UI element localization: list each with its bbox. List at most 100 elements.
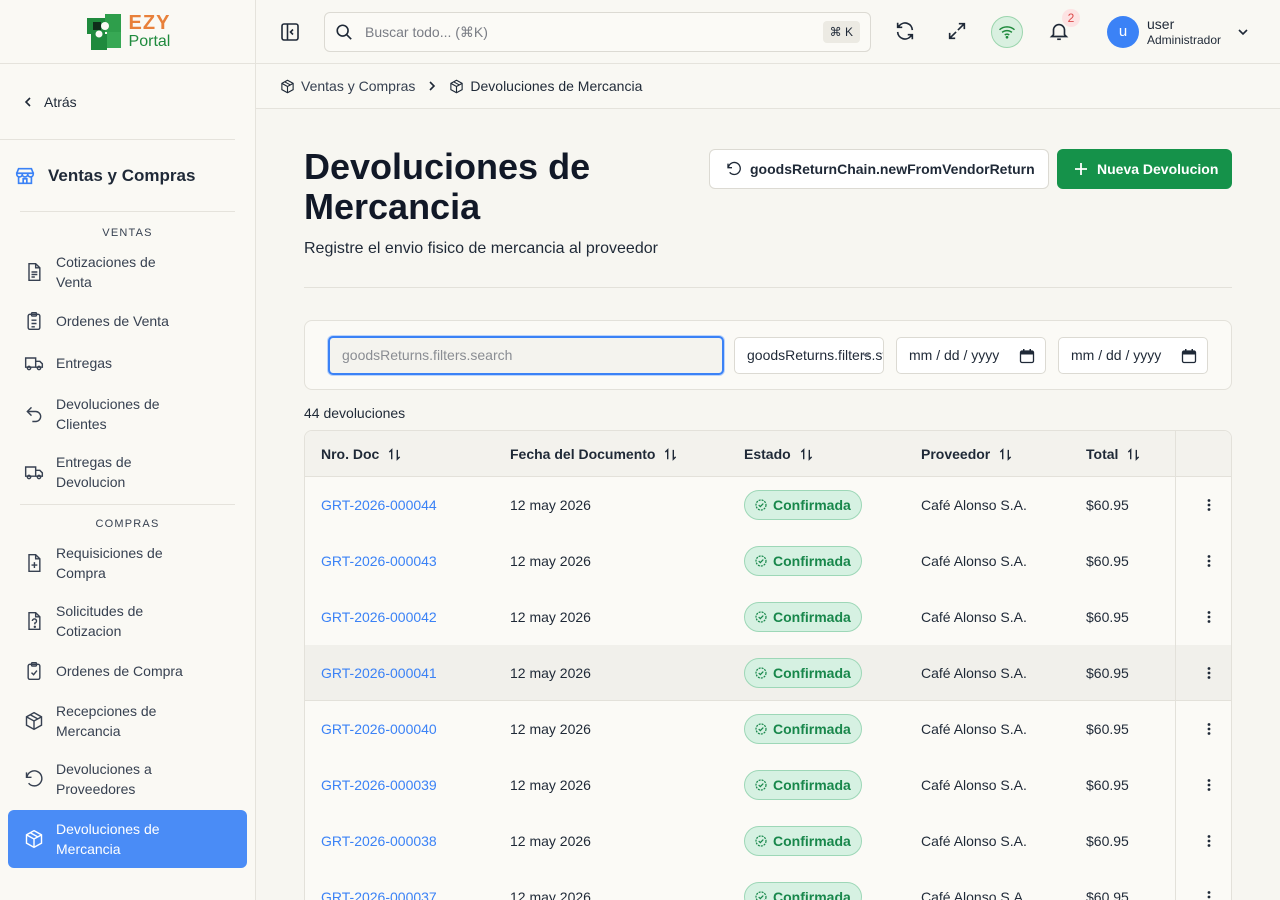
calendar-icon[interactable] <box>1019 348 1035 364</box>
new-return-button[interactable]: Nueva Devolucion <box>1057 149 1232 189</box>
header-divider <box>304 287 1232 288</box>
breadcrumb-parent[interactable]: Ventas y Compras <box>301 78 415 94</box>
column-label: Fecha del Documento <box>510 446 656 462</box>
file-plus-icon <box>28 553 41 573</box>
filter-date-from[interactable]: mm / dd / yyyy <box>896 337 1046 374</box>
package-icon <box>450 79 464 93</box>
table-row[interactable]: GRT-2026-000043 12 may 2026 Confirmada Café… <box>305 533 1231 589</box>
document-date: 12 may 2026 <box>510 777 591 793</box>
check-circle-icon <box>755 611 767 623</box>
doc-number-link[interactable]: GRT-2026-000043 <box>321 533 437 589</box>
column-label: Estado <box>744 446 791 462</box>
status-label: Confirmada <box>773 833 851 849</box>
status-label: Confirmada <box>773 889 851 900</box>
search-icon <box>336 24 352 40</box>
check-circle-icon <box>755 499 767 511</box>
result-count: 44 devoluciones <box>304 405 406 421</box>
table-row[interactable]: GRT-2026-000044 12 may 2026 Confirmada Café… <box>305 477 1231 533</box>
doc-number-link[interactable]: GRT-2026-000041 <box>321 645 437 701</box>
sidebar-toggle-icon[interactable] <box>280 22 300 42</box>
date-to-value: mm / dd / yyyy <box>1071 347 1162 363</box>
sidebar-item-entregas-devolucion[interactable]: Entregas de Devolucion <box>8 443 247 501</box>
logo[interactable]: EZY Portal <box>0 0 255 64</box>
new-return-label: Nueva Devolucion <box>1097 161 1219 177</box>
column-header-doc[interactable]: Nro. Doc <box>321 431 402 477</box>
table-row[interactable]: GRT-2026-000040 12 may 2026 Confirmada Café… <box>305 701 1231 757</box>
sidebar-item-label: Entregas <box>56 355 113 371</box>
new-from-vendor-return-button[interactable]: goodsReturnChain.newFromVendorReturn <box>709 149 1049 189</box>
sidebar-item-ordenes-compra[interactable]: Ordenes de Compra <box>8 650 247 692</box>
table-row[interactable]: GRT-2026-000041 12 may 2026 Confirmada Café… <box>305 645 1231 701</box>
document-date: 12 may 2026 <box>510 833 591 849</box>
status-label: Confirmada <box>773 553 851 569</box>
table-row[interactable]: GRT-2026-000037 12 may 2026 Confirmada Café… <box>305 869 1231 900</box>
topbar: Buscar todo... (⌘K) ⌘ K 2 u user Adminis… <box>256 0 1280 64</box>
column-label: Proveedor <box>921 446 991 462</box>
sidebar-item-ordenes-venta[interactable]: Ordenes de Venta <box>8 301 247 341</box>
status-badge: Confirmada <box>744 490 862 520</box>
table-row[interactable]: GRT-2026-000042 12 may 2026 Confirmada Café… <box>305 589 1231 645</box>
search-shortcut: ⌘ K <box>822 21 860 43</box>
logo-puzzle-icon <box>86 13 121 50</box>
chevron-down-icon <box>862 353 870 358</box>
global-search[interactable]: Buscar todo... (⌘K) ⌘ K <box>324 12 871 52</box>
package-icon <box>281 79 294 93</box>
doc-number-link[interactable]: GRT-2026-000042 <box>321 589 437 645</box>
doc-number-link[interactable]: GRT-2026-000040 <box>321 701 437 757</box>
table-row[interactable]: GRT-2026-000039 12 may 2026 Confirmada Café… <box>305 757 1231 813</box>
doc-number-link[interactable]: GRT-2026-000037 <box>321 869 437 900</box>
sidebar-item-devoluciones-clientes[interactable]: Devoluciones de Clientes <box>8 385 247 443</box>
sidebar-item-devoluciones-mercancia[interactable]: Devoluciones de Mercancia <box>8 810 247 868</box>
sidebar-item-entregas[interactable]: Entregas <box>8 341 247 385</box>
module-title: Ventas y Compras <box>48 165 196 185</box>
back-link[interactable]: Atrás <box>0 64 235 140</box>
doc-number-link[interactable]: GRT-2026-000044 <box>321 477 437 533</box>
new-from-vendor-return-label: goodsReturnChain.newFromVendorReturn <box>750 161 1035 177</box>
fullscreen-icon[interactable] <box>946 20 968 42</box>
vendor-name: Café Alonso S.A. <box>921 833 1027 849</box>
sidebar-item-recepciones-mercancia[interactable]: Recepciones de Mercancia <box>8 692 247 750</box>
status-badge: Confirmada <box>744 714 862 744</box>
table-header: Nro. Doc Fecha del Documento Estado Prov… <box>305 431 1231 477</box>
date-from-value: mm / dd / yyyy <box>909 347 1000 363</box>
filter-search-input[interactable]: goodsReturns.filters.search <box>328 336 724 375</box>
filter-status-select[interactable]: goodsReturns.filters.status <box>734 337 884 374</box>
column-header-vendor[interactable]: Proveedor <box>921 431 1013 477</box>
module-header: Ventas y Compras <box>15 140 235 212</box>
vendor-name: Café Alonso S.A. <box>921 777 1027 793</box>
doc-number-link[interactable]: GRT-2026-000038 <box>321 813 437 869</box>
chevron-down-icon[interactable] <box>1236 25 1250 39</box>
status-badge: Confirmada <box>744 602 862 632</box>
chevron-left-icon <box>24 96 31 107</box>
total-amount: $60.95 <box>1086 609 1129 625</box>
status-badge: Confirmada <box>744 826 862 856</box>
total-amount: $60.95 <box>1086 721 1129 737</box>
doc-number-link[interactable]: GRT-2026-000039 <box>321 757 437 813</box>
status-label: Confirmada <box>773 497 851 513</box>
sidebar-item-solicitudes-cotizacion[interactable]: Solicitudes de Cotizacion <box>8 592 247 650</box>
sidebar-item-cotizaciones-venta[interactable]: Cotizaciones de Venta <box>8 243 247 301</box>
sidebar-item-requisiciones-compra[interactable]: Requisiciones de Compra <box>8 534 247 592</box>
status-badge: Confirmada <box>744 658 862 688</box>
section-label-compras: COMPRAS <box>95 518 160 530</box>
user-menu[interactable]: user Administrador <box>1147 16 1221 48</box>
check-circle-icon <box>755 667 767 679</box>
filter-date-to[interactable]: mm / dd / yyyy <box>1058 337 1208 374</box>
sort-icon <box>665 447 677 461</box>
avatar[interactable]: u <box>1107 16 1139 48</box>
connection-status-button[interactable] <box>991 16 1023 48</box>
calendar-icon[interactable] <box>1181 348 1197 364</box>
column-header-date[interactable]: Fecha del Documento <box>510 431 678 477</box>
file-question-icon <box>28 611 41 631</box>
refresh-icon[interactable] <box>894 20 916 42</box>
document-date: 12 may 2026 <box>510 889 591 900</box>
sidebar-item-devoluciones-proveedores[interactable]: Devoluciones a Proveedores <box>8 750 247 808</box>
vendor-name: Café Alonso S.A. <box>921 889 1027 900</box>
sidebar-item-label: Ordenes de Compra <box>56 663 183 679</box>
status-label: Confirmada <box>773 665 851 681</box>
column-header-total[interactable]: Total <box>1086 431 1141 477</box>
breadcrumb: Ventas y Compras Devoluciones de Mercanc… <box>256 64 1280 109</box>
table-row[interactable]: GRT-2026-000038 12 may 2026 Confirmada Café… <box>305 813 1231 869</box>
column-header-status[interactable]: Estado <box>744 431 814 477</box>
store-icon <box>15 167 35 184</box>
